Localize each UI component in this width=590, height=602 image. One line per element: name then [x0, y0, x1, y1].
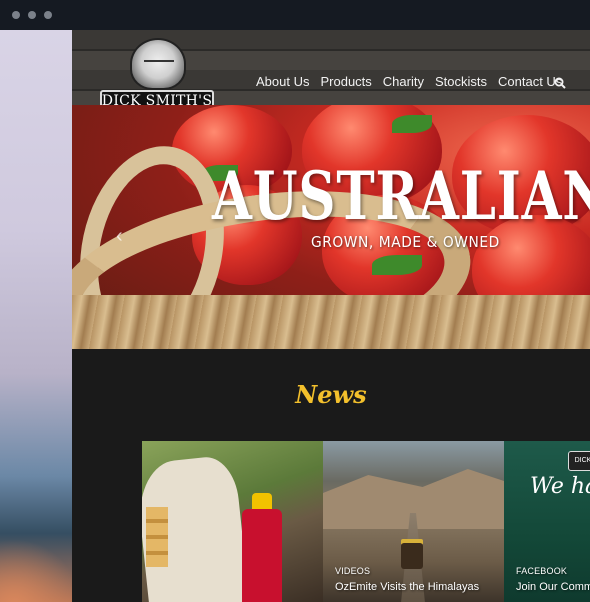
carousel-prev-icon[interactable]: ‹	[116, 225, 123, 248]
nav-stockists[interactable]: Stockists	[435, 74, 487, 89]
news-card[interactable]: DICK We have $8 MI to charit FACEBOOK Jo…	[504, 441, 590, 602]
search-icon[interactable]	[554, 77, 566, 89]
nav-about-us[interactable]: About Us	[256, 74, 309, 89]
card-image-bottle	[242, 509, 282, 602]
news-card-tag: VIDEOS	[335, 566, 371, 576]
news-cards: VIDEOS OzEmite Visits the Himalayas DICK…	[142, 441, 590, 602]
hero-banner: AUSTRALIAN GROWN, MADE & OWNED ‹	[72, 105, 590, 349]
nav-charity[interactable]: Charity	[383, 74, 424, 89]
nav-products[interactable]: Products	[320, 74, 371, 89]
card-image-jar	[401, 543, 423, 569]
nav-contact-us[interactable]: Contact Us	[498, 74, 562, 89]
main-nav: About Us Products Charity Stockists Cont…	[256, 74, 562, 89]
news-card[interactable]	[142, 441, 323, 602]
hero-title: AUSTRALIAN	[212, 157, 590, 235]
news-card-title[interactable]: OzEmite Visits the Himalayas	[335, 581, 479, 593]
card-image-toast	[146, 507, 168, 567]
desktop-backdrop	[0, 30, 72, 602]
maximize-window-button[interactable]	[44, 11, 52, 19]
backdrop-blur	[0, 500, 72, 602]
logo-portrait-icon	[130, 38, 186, 90]
news-card-tag: FACEBOOK	[516, 566, 568, 576]
card-mini-logo: DICK	[568, 451, 590, 471]
dick-smiths-logo[interactable]: DICK SMITH'S	[100, 38, 214, 113]
hero-subtitle: GROWN, MADE & OWNED	[311, 233, 500, 251]
window-titlebar	[0, 0, 590, 30]
logo-glasses	[144, 60, 174, 68]
site-header: DICK SMITH'S About Us Products Charity S…	[72, 30, 590, 112]
leaf-image	[392, 115, 432, 133]
news-card[interactable]: VIDEOS OzEmite Visits the Himalayas	[323, 441, 504, 602]
minimize-window-button[interactable]	[28, 11, 36, 19]
close-window-button[interactable]	[12, 11, 20, 19]
card-image-text: We have $8 MI to charit	[530, 474, 590, 499]
basket-weave-image	[72, 295, 590, 349]
news-card-title[interactable]: Join Our Commu	[516, 581, 590, 593]
browser-window: DICK SMITH'S About Us Products Charity S…	[0, 0, 590, 602]
news-heading: News	[295, 380, 367, 409]
website: DICK SMITH'S About Us Products Charity S…	[72, 30, 590, 602]
